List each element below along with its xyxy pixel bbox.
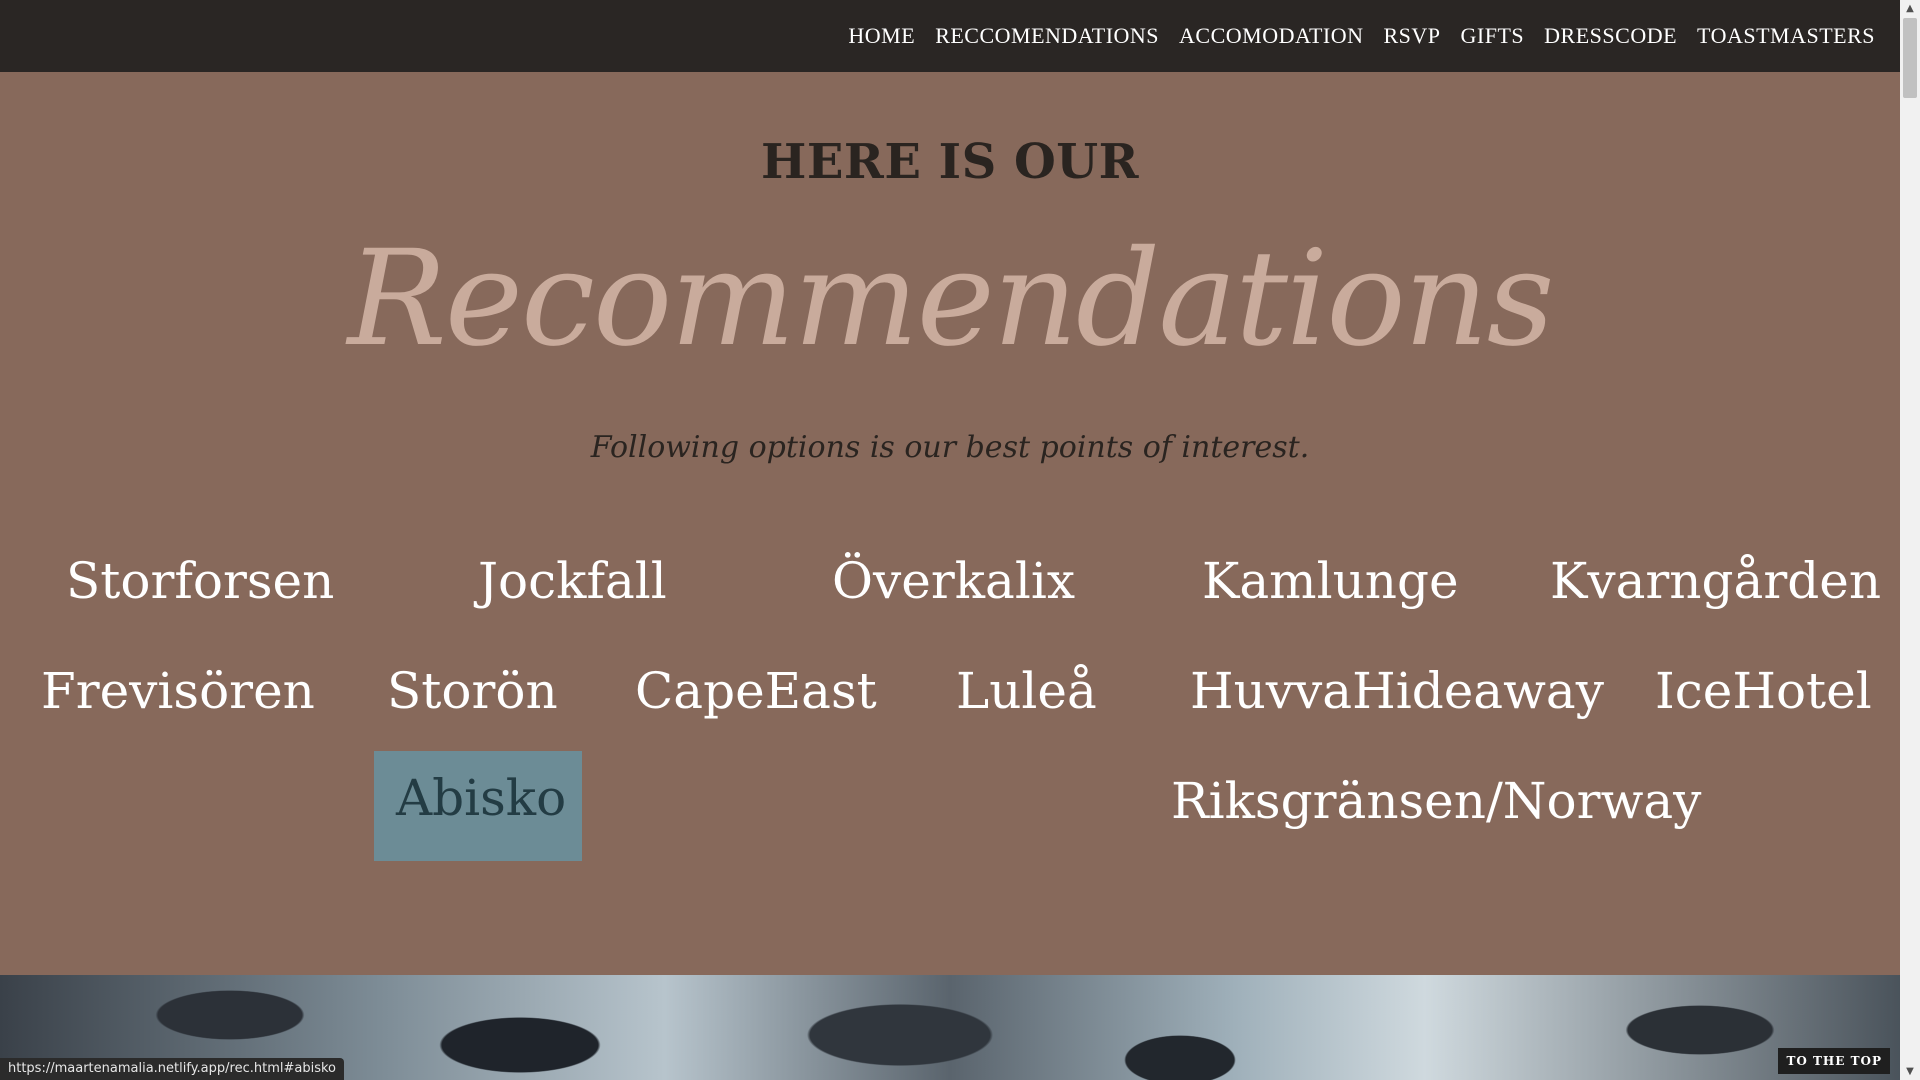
recommendations-section: HERE IS OUR Recommendations Following op… [0,72,1900,975]
page-subtitle: Following options is our best points of … [590,430,1310,465]
nav-gifts[interactable]: GIFTS [1461,23,1525,49]
vertical-scrollbar[interactable]: ▲ ▼ [1900,0,1920,1080]
scroll-up-icon[interactable]: ▲ [1900,0,1920,17]
nav-accomodation[interactable]: ACCOMODATION [1179,23,1363,49]
pre-title: HERE IS OUR [760,134,1139,190]
nav-rsvp[interactable]: RSVP [1384,23,1441,49]
place-link-kamlunge[interactable]: Kamlunge [1202,552,1459,610]
nav-dresscode[interactable]: DRESSCODE [1544,23,1677,49]
place-link-riksgransen-norway[interactable]: Riksgränsen/Norway [1171,772,1701,830]
place-link-storon[interactable]: Storön [387,662,558,720]
scroll-down-icon[interactable]: ▼ [1900,1063,1920,1080]
place-link-jockfall[interactable]: Jockfall [478,552,667,610]
nav-home[interactable]: HOME [848,23,915,49]
scroll-thumb[interactable] [1903,18,1917,98]
place-link-storforsen[interactable]: Storforsen [66,552,334,610]
page-title: Recommendations [347,222,1554,376]
top-navigation: HOME RECCOMENDATIONS ACCOMODATION RSVP G… [0,0,1900,72]
place-link-lulea[interactable]: Luleå [956,662,1097,720]
nav-toastmasters[interactable]: TOASTMASTERS [1697,23,1875,49]
place-link-kvarngarden[interactable]: Kvarngården [1550,552,1881,610]
place-link-icehotel[interactable]: IceHotel [1655,662,1872,720]
to-top-button[interactable]: TO THE TOP [1778,1048,1890,1074]
place-link-capeeast[interactable]: CapeEast [635,662,877,720]
status-bar-url: https://maartenamalia.netlify.app/rec.ht… [0,1058,344,1080]
place-link-abisko[interactable]: Abisko [374,751,582,861]
place-link-frevisoren[interactable]: Frevisören [41,662,315,720]
place-link-overkalix[interactable]: Överkalix [832,552,1075,610]
nav-reccomendations[interactable]: RECCOMENDATIONS [935,23,1159,49]
place-link-huvvahideaway[interactable]: HuvvaHideaway [1190,662,1604,720]
